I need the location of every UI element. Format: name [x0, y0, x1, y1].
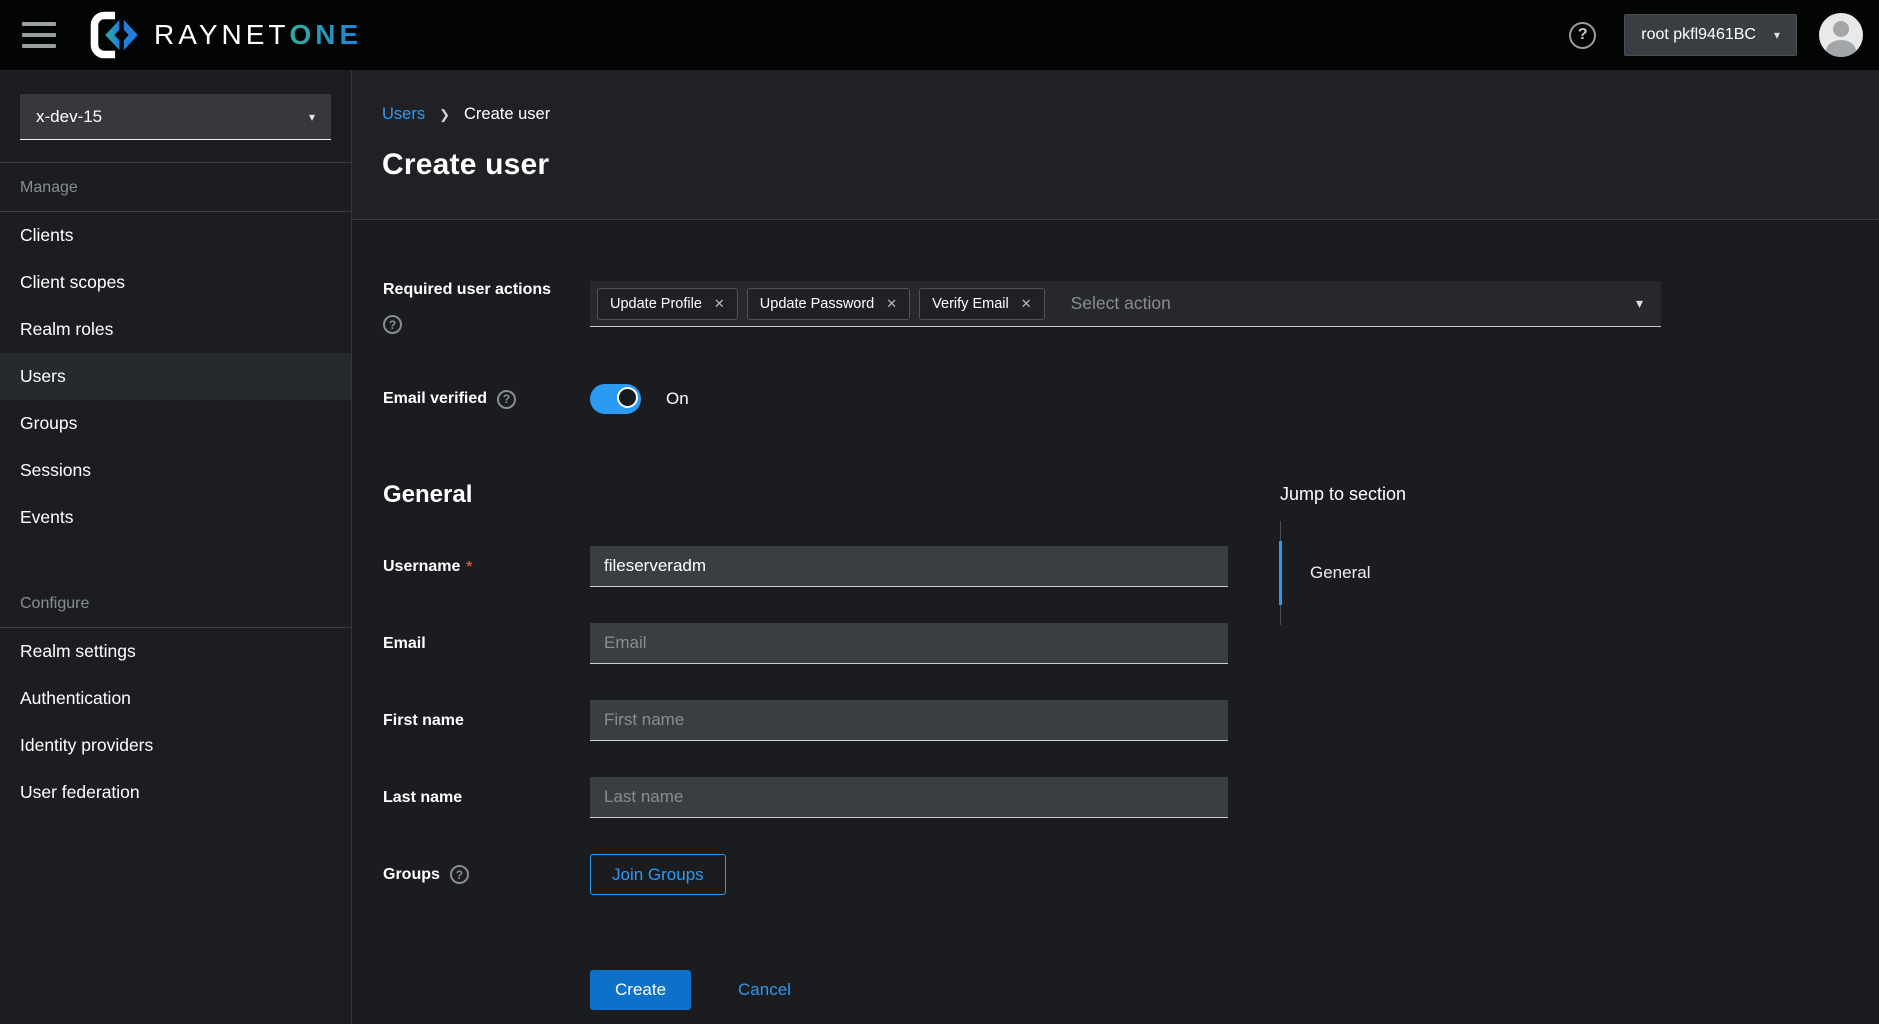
create-user-form: Required user actions ? Update Profile ✕…	[352, 220, 1879, 1010]
jump-to-section-panel: Jump to section General	[1279, 484, 1540, 625]
required-user-actions-label: Required user actions	[383, 281, 552, 298]
help-icon[interactable]: ?	[383, 315, 402, 334]
page-title: Create user	[382, 148, 550, 181]
chip-verify-email: Verify Email ✕	[919, 287, 1045, 320]
groups-label: Groups	[383, 865, 440, 883]
sidebar-item-identity-providers[interactable]: Identity providers	[0, 722, 351, 769]
form-actions: Create Cancel	[590, 970, 1879, 1010]
last-name-row: Last name	[383, 777, 1879, 818]
help-icon[interactable]: ?	[449, 865, 469, 884]
chevron-right-icon: ❯	[439, 106, 450, 122]
close-icon[interactable]: ✕	[714, 296, 725, 312]
breadcrumb-current: Create user	[464, 105, 551, 123]
email-verified-label: Email verified	[383, 390, 488, 407]
close-icon[interactable]: ✕	[1021, 296, 1032, 312]
sidebar-item-groups[interactable]: Groups	[0, 400, 351, 447]
sidebar: x-dev-15 ▾ Manage Clients Client scopes …	[0, 70, 352, 1024]
page-header: Users ❯ Create user Create user	[352, 70, 1879, 219]
sidebar-item-users[interactable]: Users	[0, 353, 351, 400]
nav-section-configure: Configure	[20, 595, 90, 612]
last-name-label: Last name	[383, 788, 463, 806]
avatar-person-icon	[1833, 21, 1849, 37]
close-icon[interactable]: ✕	[886, 296, 897, 312]
user-avatar[interactable]	[1819, 13, 1863, 57]
nav-section-manage: Manage	[20, 179, 78, 196]
brand-logo-icon	[90, 9, 140, 61]
last-name-input[interactable]	[590, 777, 1228, 818]
user-menu-dropdown[interactable]: root pkfl9461BC ▾	[1624, 14, 1797, 56]
breadcrumb-users-link[interactable]: Users	[382, 105, 425, 124]
email-verified-toggle[interactable]	[590, 384, 641, 414]
required-user-actions-row: Required user actions ? Update Profile ✕…	[383, 281, 1879, 334]
sidebar-item-events[interactable]: Events	[0, 494, 351, 541]
groups-row: Groups ? Join Groups	[383, 854, 1879, 895]
chip-update-profile: Update Profile ✕	[597, 287, 738, 320]
realm-selector-dropdown[interactable]: x-dev-15 ▾	[20, 94, 331, 140]
jump-item-general[interactable]: General	[1279, 541, 1540, 605]
chevron-down-icon: ▾	[1773, 28, 1780, 42]
user-menu-label: root pkfl9461BC	[1641, 26, 1756, 43]
main-content: Users ❯ Create user Create user Required…	[352, 70, 1879, 1024]
sidebar-item-user-federation[interactable]: User federation	[0, 769, 351, 816]
brand-name-primary: RAYNET	[154, 19, 290, 50]
email-verified-state: On	[666, 389, 689, 408]
realm-selector-value: x-dev-15	[36, 106, 103, 126]
create-button[interactable]: Create	[590, 970, 692, 1010]
help-icon[interactable]: ?	[1569, 21, 1597, 49]
first-name-input[interactable]	[590, 700, 1228, 741]
help-icon[interactable]: ?	[497, 389, 517, 409]
first-name-row: First name	[383, 700, 1879, 741]
hamburger-menu-icon[interactable]	[22, 22, 56, 48]
required-marker: *	[466, 557, 473, 575]
email-verified-row: Email verified ? On	[383, 384, 1879, 414]
select-action-placeholder: Select action	[1070, 293, 1171, 313]
username-input[interactable]	[590, 546, 1228, 587]
sidebar-item-sessions[interactable]: Sessions	[0, 447, 351, 494]
jump-to-section-title: Jump to section	[1280, 484, 1407, 504]
join-groups-button[interactable]: Join Groups	[590, 854, 726, 895]
brand-logo: RAYNETONE	[88, 9, 362, 61]
email-row: Email	[383, 623, 1879, 664]
required-actions-multiselect[interactable]: Update Profile ✕ Update Password ✕ Verif…	[590, 281, 1661, 327]
brand-name: RAYNETONE	[154, 19, 362, 51]
sidebar-item-authentication[interactable]: Authentication	[0, 675, 351, 722]
username-label: Username	[383, 557, 461, 575]
chevron-down-icon: ▾	[308, 109, 315, 124]
masthead: RAYNETONE ? root pkfl9461BC ▾	[0, 0, 1879, 70]
brand-name-secondary: ONE	[289, 19, 363, 50]
sidebar-item-realm-settings[interactable]: Realm settings	[0, 628, 351, 675]
email-input[interactable]	[590, 623, 1228, 664]
sidebar-nav: Manage Clients Client scopes Realm roles…	[0, 163, 351, 816]
username-row: Username *	[383, 546, 1879, 587]
chip-update-password: Update Password ✕	[746, 287, 911, 320]
general-section-heading: General	[383, 481, 473, 508]
sidebar-item-client-scopes[interactable]: Client scopes	[0, 259, 351, 306]
breadcrumb: Users ❯ Create user	[382, 105, 1879, 124]
sidebar-item-realm-roles[interactable]: Realm roles	[0, 306, 351, 353]
jump-to-section-rail: General	[1279, 521, 1540, 625]
email-label: Email	[383, 634, 426, 652]
chevron-down-icon: ▾	[1635, 295, 1643, 311]
sidebar-item-clients[interactable]: Clients	[0, 212, 351, 259]
cancel-link[interactable]: Cancel	[738, 980, 791, 1000]
first-name-label: First name	[383, 711, 464, 729]
